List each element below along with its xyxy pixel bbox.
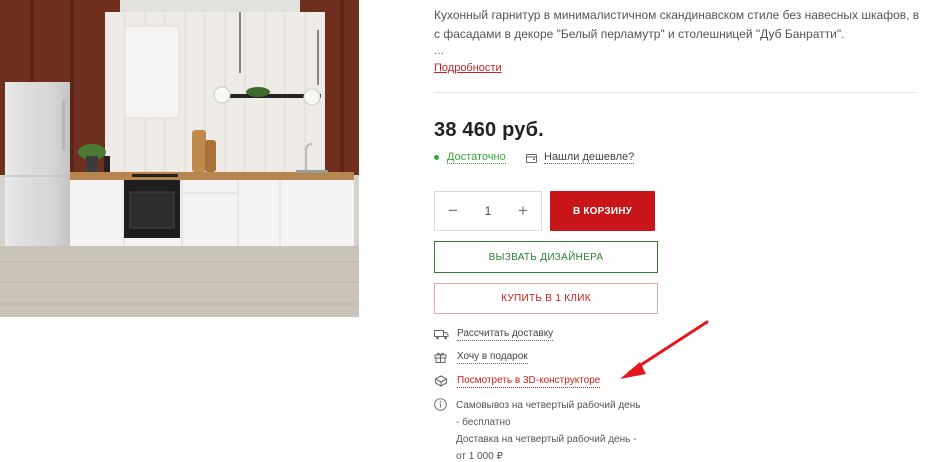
delivery-info-text: Самовывоз на четвертый рабочий день - бе… bbox=[456, 397, 676, 462]
delivery-info: Самовывоз на четвертый рабочий день - бе… bbox=[434, 397, 676, 462]
buy-one-click-button[interactable]: КУПИТЬ В 1 КЛИК bbox=[434, 283, 658, 314]
found-cheaper-link[interactable]: Нашли дешевле? bbox=[526, 151, 635, 164]
qty-minus-button[interactable]: − bbox=[446, 201, 460, 221]
stock-label: Достаточно bbox=[447, 151, 506, 164]
calc-delivery-label: Рассчитать доставку bbox=[457, 327, 554, 341]
qty-value[interactable]: 1 bbox=[485, 204, 492, 218]
product-description: Кухонный гарнитур в минималистичном скан… bbox=[434, 6, 924, 56]
quantity-stepper[interactable]: − 1 + bbox=[434, 191, 542, 231]
divider bbox=[434, 92, 916, 93]
qty-plus-button[interactable]: + bbox=[516, 201, 530, 221]
truck-icon bbox=[434, 327, 450, 341]
wallet-icon bbox=[526, 153, 537, 163]
annotation-arrow-icon bbox=[620, 320, 709, 379]
view-3d-constructor-label: Посмотреть в 3D-конструкторе bbox=[457, 374, 601, 388]
want-gift-link[interactable]: Хочу в подарок bbox=[434, 350, 528, 364]
details-link[interactable]: Подробности bbox=[434, 62, 502, 74]
kitchen-illustration bbox=[0, 0, 359, 317]
delivery-line: Доставка на четвертый рабочий день - bbox=[456, 434, 637, 445]
pickup-line: Самовывоз на четвертый рабочий день bbox=[456, 400, 641, 411]
stock-dot-icon bbox=[434, 155, 439, 160]
description-text: Кухонный гарнитур в минималистичном скан… bbox=[434, 8, 920, 41]
gift-icon bbox=[434, 350, 450, 364]
view-3d-constructor-link[interactable]: Посмотреть в 3D-конструкторе bbox=[434, 374, 601, 388]
call-designer-button[interactable]: ВЫЗВАТЬ ДИЗАЙНЕРА bbox=[434, 241, 658, 273]
product-image[interactable] bbox=[0, 0, 359, 317]
cube-3d-icon bbox=[434, 374, 450, 388]
description-ellipsis: ... bbox=[434, 43, 445, 57]
add-to-cart-button[interactable]: В КОРЗИНУ bbox=[550, 191, 655, 231]
calc-delivery-link[interactable]: Рассчитать доставку bbox=[434, 327, 554, 341]
product-price: 38 460 руб. bbox=[434, 119, 544, 141]
info-icon bbox=[434, 397, 450, 462]
delivery-price-line: от 1 000 ₽ bbox=[456, 451, 503, 462]
stock-status[interactable]: Достаточно bbox=[434, 151, 506, 164]
want-gift-label: Хочу в подарок bbox=[457, 350, 528, 364]
pickup-price-line: - бесплатно bbox=[456, 417, 511, 428]
found-cheaper-label: Нашли дешевле? bbox=[544, 151, 635, 164]
